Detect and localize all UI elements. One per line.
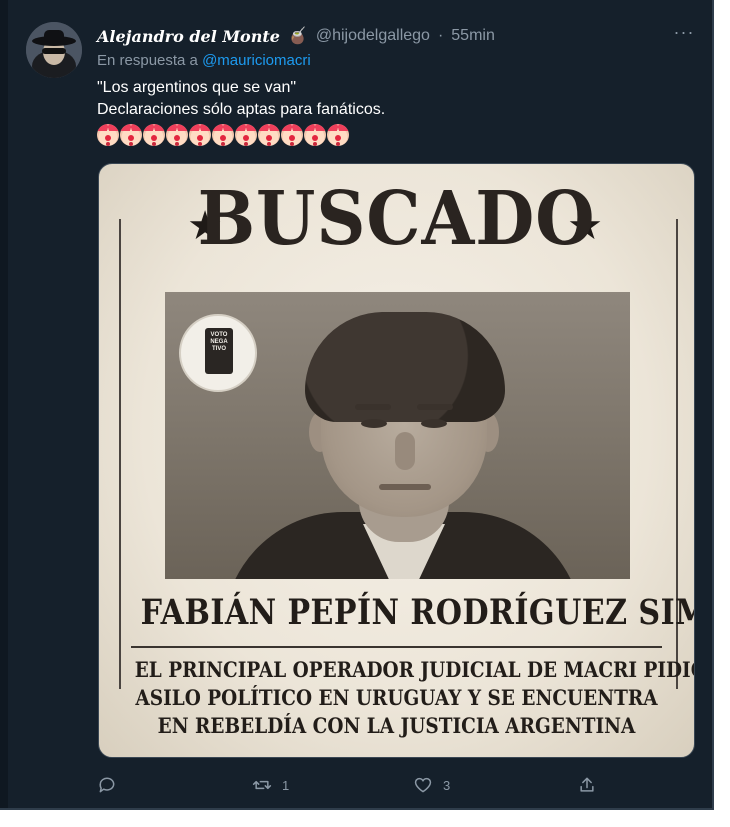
tweet-text-line: Declaraciones sólo aptas para fanáticos. — [97, 101, 386, 118]
author-name[interactable]: Alejandro del Monte — [97, 27, 280, 46]
poster-divider — [131, 646, 662, 648]
poster-description: EL PRINCIPAL OPERADOR JUDICIAL DE MACRI … — [134, 656, 695, 740]
clown-face-icon — [281, 124, 303, 146]
poster-name: FABIÁN PEPÍN RODRÍGUEZ SIMÓN — [140, 592, 694, 633]
reply-context: En respuesta a @mauriciomacri — [97, 52, 311, 69]
mouth-shape — [379, 484, 431, 490]
tweet-header: Alejandro del Monte 🧉 @hijodelgallego · … — [97, 24, 697, 48]
hair-shape — [305, 312, 505, 422]
clown-face-icon — [143, 124, 165, 146]
logo-text: VOTO NEGA TIVO — [210, 332, 228, 352]
header-separator: · — [437, 27, 444, 44]
reply-prefix: En respuesta a — [97, 52, 198, 69]
share-icon — [580, 777, 594, 792]
clown-face-icon — [166, 124, 188, 146]
tweet-text-line: "Los argentinos que se van" — [97, 79, 297, 96]
eye-shape — [361, 419, 387, 428]
poster-description-line: EL PRINCIPAL OPERADOR JUDICIAL DE MACRI … — [134, 657, 695, 682]
tweet-actions: 1 3 — [97, 770, 617, 800]
reply-button[interactable] — [97, 770, 127, 800]
clown-face-icon — [120, 124, 142, 146]
poster-photo: VOTO NEGA TIVO — [165, 292, 630, 579]
tweet-time[interactable]: 55min — [451, 27, 495, 45]
clown-face-icon — [258, 124, 280, 146]
eyebrow-shape — [355, 404, 391, 410]
clown-face-icon — [235, 124, 257, 146]
window-right-margin — [714, 0, 730, 827]
window-bottom-margin — [0, 810, 730, 827]
retweet-button[interactable]: 1 — [252, 770, 289, 800]
avatar[interactable] — [26, 22, 82, 78]
poster-description-line: ASILO POLÍTICO EN URUGUAY Y SE ENCUENTRA — [135, 685, 658, 710]
clown-face-icon — [327, 124, 349, 146]
tweet-text: "Los argentinos que se van" Declaracione… — [97, 77, 697, 146]
zorro-avatar-icon — [26, 22, 82, 78]
clown-face-icon — [97, 124, 119, 146]
eyebrow-shape — [417, 404, 453, 410]
eye-shape — [421, 419, 447, 428]
retweet-icon — [252, 780, 272, 790]
clown-face-icon — [304, 124, 326, 146]
window-left-edge — [0, 0, 8, 827]
heart-icon — [414, 777, 432, 793]
like-count: 3 — [443, 777, 451, 793]
clown-face-icon — [212, 124, 234, 146]
like-button[interactable]: 3 — [413, 770, 450, 800]
share-button[interactable] — [577, 770, 597, 800]
voto-negativo-logo: VOTO NEGA TIVO — [179, 314, 257, 392]
nose-shape — [395, 432, 415, 470]
more-options-icon[interactable]: ··· — [672, 22, 696, 46]
author-handle[interactable]: @hijodelgallego — [316, 27, 430, 45]
tweet-image[interactable]: ★ ★ BUSCADO VOTO NEGA TIVO FABIÁN PEPÍN … — [98, 163, 695, 758]
clown-face-icon — [189, 124, 211, 146]
mate-emoji-icon: 🧉 — [287, 28, 308, 45]
reply-icon — [99, 777, 115, 793]
poster-description-line: EN REBELDÍA CON LA JUSTICIA ARGENTINA — [157, 713, 636, 738]
retweet-count: 1 — [282, 777, 290, 793]
reply-handle-link[interactable]: @mauriciomacri — [202, 52, 311, 69]
poster-headline: BUSCADO — [197, 176, 596, 262]
emoji-row — [97, 124, 697, 146]
